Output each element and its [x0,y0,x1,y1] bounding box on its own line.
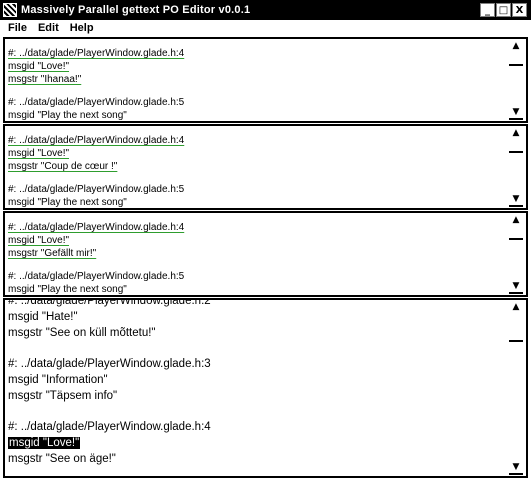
menu-file[interactable]: File [0,22,32,34]
msgstr-line[interactable]: msgstr "Ihanaa!" [8,73,506,86]
menu-bar: File Edit Help [0,20,531,36]
source-comment: #: ../data/glade/PlayerWindow.glade.h:4 [8,135,185,146]
title-bar[interactable]: Massively Parallel gettext PO Editor v0.… [0,0,531,20]
minimize-button[interactable]: _ [480,3,495,17]
scroll-up-icon[interactable]: ▲ [509,301,523,315]
pane-text[interactable]: #: ../data/glade/PlayerWindow.glade.h:4 … [8,47,506,121]
msgstr-line[interactable]: msgstr "Coup de cœur !" [8,160,506,173]
scroll-thumb[interactable] [509,151,523,153]
translation-pane-3[interactable]: #: ../data/glade/PlayerWindow.glade.h:4 … [3,211,528,297]
pane-text[interactable]: #: ../data/glade/PlayerWindow.glade.h:4 … [8,134,506,208]
scroll-thumb[interactable] [509,238,523,240]
msgid-line[interactable]: msgid "Love!" [8,234,506,247]
vertical-scrollbar[interactable]: ▲ ▼ [509,126,523,208]
msgid-line[interactable]: msgid "Play the next song" [8,109,506,121]
translation-pane-1[interactable]: #: ../data/glade/PlayerWindow.glade.h:4 … [3,37,528,123]
vertical-scrollbar[interactable]: ▲ ▼ [509,213,523,295]
scroll-up-icon[interactable]: ▲ [509,127,523,141]
msgstr-line[interactable]: msgstr "See on küll mõttetu!" [8,325,506,341]
main-translation-pane[interactable]: #: ../data/glade/PlayerWindow.glade.h:2 … [3,298,528,478]
scroll-up-icon[interactable]: ▲ [509,40,523,54]
window-title: Massively Parallel gettext PO Editor v0.… [21,4,251,16]
pane-text[interactable]: #: ../data/glade/PlayerWindow.glade.h:2 … [8,298,506,476]
msgstr-line[interactable]: msgstr "See on äge!" [8,451,506,467]
app-icon [3,3,17,17]
maximize-button[interactable]: □ [496,3,511,17]
msgid-line[interactable]: msgid "Hate!" [8,309,506,325]
msgstr-line[interactable]: msgstr "Gefällt mir!" [8,247,506,260]
source-comment: #: ../data/glade/PlayerWindow.glade.h:4 [8,421,211,433]
source-comment: #: ../data/glade/PlayerWindow.glade.h:3 [8,358,211,370]
vertical-scrollbar[interactable]: ▲ ▼ [509,300,523,476]
scroll-down-icon[interactable]: ▼ [509,193,523,207]
msgid-line[interactable]: msgid "Play the next song" [8,283,506,295]
source-comment: #: ../data/glade/PlayerWindow.glade.h:2 [8,298,211,307]
scroll-down-icon[interactable]: ▼ [509,461,523,475]
text-selection[interactable]: msgid "Love!" [8,437,81,449]
source-comment: #: ../data/glade/PlayerWindow.glade.h:4 [8,48,185,59]
msgid-line[interactable]: msgid "Love!" [8,147,506,160]
pane-text[interactable]: #: ../data/glade/PlayerWindow.glade.h:4 … [8,221,506,295]
msgstr-line[interactable]: msgstr "Täpsem info" [8,388,506,404]
scroll-thumb[interactable] [509,340,523,342]
source-comment: #: ../data/glade/PlayerWindow.glade.h:5 [8,97,185,108]
scroll-up-icon[interactable]: ▲ [509,214,523,228]
translation-pane-2[interactable]: #: ../data/glade/PlayerWindow.glade.h:4 … [3,124,528,210]
msgid-line[interactable]: msgid "Play the next song" [8,196,506,208]
msgid-line-selected[interactable]: msgid "Love!" [8,435,506,451]
scroll-thumb[interactable] [509,64,523,66]
scroll-down-icon[interactable]: ▼ [509,280,523,294]
close-button[interactable]: X [512,3,527,17]
menu-edit[interactable]: Edit [32,22,64,34]
source-comment: #: ../data/glade/PlayerWindow.glade.h:5 [8,184,185,195]
source-comment: #: ../data/glade/PlayerWindow.glade.h:5 [8,271,185,282]
msgid-line[interactable]: msgid "Information" [8,372,506,388]
scroll-down-icon[interactable]: ▼ [509,106,523,120]
vertical-scrollbar[interactable]: ▲ ▼ [509,39,523,121]
source-comment: #: ../data/glade/PlayerWindow.glade.h:4 [8,222,185,233]
menu-help[interactable]: Help [64,22,99,34]
msgid-line[interactable]: msgid "Love!" [8,60,506,73]
